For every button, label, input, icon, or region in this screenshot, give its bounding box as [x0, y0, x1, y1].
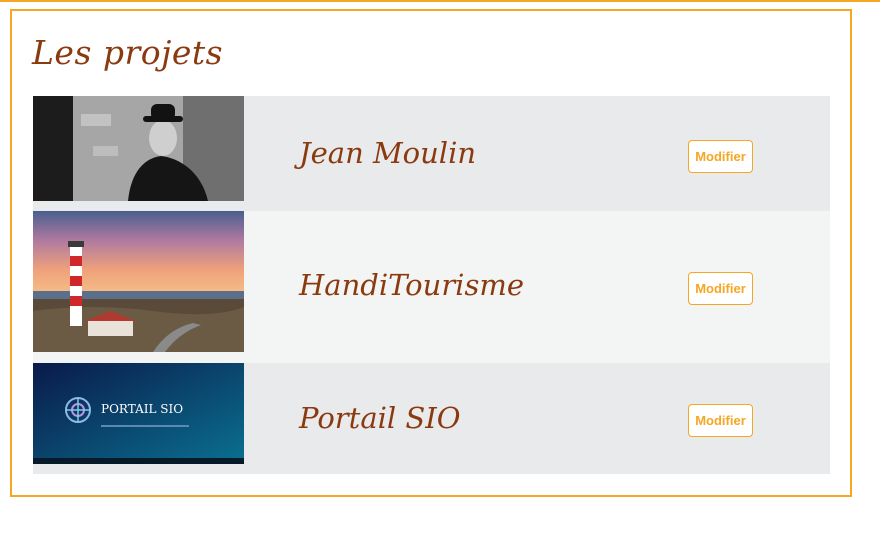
portail-sio-logo-icon: [65, 397, 91, 423]
projects-list: Jean Moulin Modifier HandiTourisme Modif…: [33, 96, 830, 474]
project-row-portail-sio: PORTAIL SIO Portail SIO Modifier: [33, 363, 830, 474]
project-row-jean-moulin: Jean Moulin Modifier: [33, 96, 830, 211]
project-image-jean-moulin: [33, 96, 244, 201]
project-name: Portail SIO: [299, 401, 461, 435]
project-name: HandiTourisme: [299, 268, 525, 302]
project-image-handitourisme: [33, 211, 244, 352]
modify-button[interactable]: Modifier: [688, 404, 753, 437]
page-title: Les projets: [32, 33, 224, 72]
project-name: Jean Moulin: [299, 136, 477, 170]
svg-text:PORTAIL SIO: PORTAIL SIO: [101, 402, 183, 416]
project-row-handitourisme: HandiTourisme Modifier: [33, 211, 830, 363]
modify-button[interactable]: Modifier: [688, 140, 753, 173]
projects-panel: Les projets Jean Moulin Modifier HandiTo…: [10, 9, 852, 497]
modify-button[interactable]: Modifier: [688, 272, 753, 305]
project-image-portail-sio: PORTAIL SIO: [33, 363, 244, 464]
top-accent-line: [0, 0, 880, 2]
